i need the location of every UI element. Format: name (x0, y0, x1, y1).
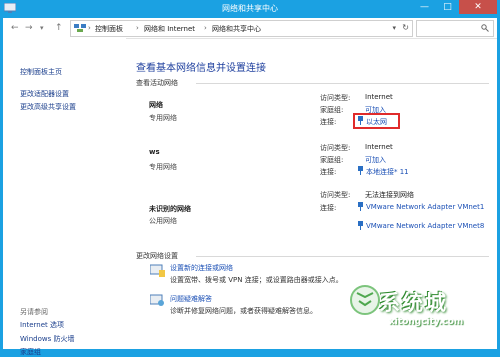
refresh-icon[interactable]: ↻ (402, 23, 409, 32)
ethernet-icon (358, 202, 363, 211)
recent-dropdown-icon[interactable]: ▾ (40, 22, 44, 34)
title-bar: 网络和共享中心 — □ ✕ (0, 0, 500, 18)
network-name: 网络 (149, 101, 163, 109)
network-name: ws (149, 148, 160, 156)
search-input[interactable] (416, 20, 494, 37)
access-type-value: Internet (365, 93, 393, 101)
access-type-label: 访问类型: (320, 94, 351, 102)
local-connection-link[interactable]: 本地连接* 11 (366, 167, 409, 177)
access-type-value: 无法连接到网络 (365, 191, 414, 199)
change-sharing-settings-link[interactable]: 更改高级共享设置 (20, 102, 76, 112)
connections-label: 连接: (320, 118, 337, 126)
change-settings-heading: 更改网络设置 (136, 252, 178, 260)
close-button[interactable]: ✕ (459, 0, 497, 14)
maximize-button[interactable]: □ (436, 0, 459, 14)
left-pane: 控制面板主页 更改适配器设置 更改高级共享设置 另请参阅 Internet 选项… (3, 38, 126, 356)
address-dropdown-icon[interactable]: ▾ (392, 24, 396, 32)
address-box[interactable]: › 控制面板 › 网络和 Internet › 网络和共享中心 ▾ ↻ (70, 20, 413, 37)
windows-firewall-link[interactable]: Windows 防火墙 (20, 334, 74, 344)
homegroup-join-link[interactable]: 可加入 (365, 155, 386, 165)
setup-connection-desc: 设置宽带、拨号或 VPN 连接；或设置路由器或接入点。 (170, 276, 343, 284)
troubleshoot-desc: 诊断并修复网络问题，或者获得疑难解答信息。 (170, 307, 317, 315)
homegroup-label: 家庭组: (320, 156, 344, 164)
vmnet8-connection-link[interactable]: VMware Network Adapter VMnet8 (366, 222, 491, 231)
breadcrumb-separator: › (88, 24, 91, 32)
access-type-label: 访问类型: (320, 191, 351, 199)
network-icon (74, 24, 86, 32)
vmnet1-connection-link[interactable]: VMware Network Adapter VMnet1 (366, 203, 491, 212)
homegroup-label: 家庭组: (320, 106, 344, 114)
new-connection-icon (150, 264, 165, 277)
breadcrumb-control-panel[interactable]: 控制面板 (95, 24, 123, 34)
watermark-text: 系统城 (379, 291, 448, 315)
active-networks-heading: 查看活动网络 (136, 79, 178, 87)
search-icon (481, 24, 489, 32)
breadcrumb-separator: › (136, 24, 139, 32)
troubleshoot-link[interactable]: 问题疑难解答 (170, 294, 212, 304)
breadcrumb-separator: › (204, 24, 207, 32)
change-adapter-settings-link[interactable]: 更改适配器设置 (20, 89, 69, 99)
network-type: 专用网络 (149, 163, 177, 171)
see-also-heading: 另请参阅 (20, 308, 48, 316)
control-panel-home-link[interactable]: 控制面板主页 (20, 67, 62, 77)
network-type: 公用网络 (149, 217, 177, 225)
access-type-value: Internet (365, 143, 393, 151)
network-type: 专用网络 (149, 114, 177, 122)
watermark-url: xitongcity.com (389, 317, 464, 327)
up-button[interactable]: ↑ (55, 22, 63, 34)
setup-connection-link[interactable]: 设置新的连接或网络 (170, 263, 233, 273)
connections-label: 连接: (320, 168, 337, 176)
minimize-button[interactable]: — (413, 0, 436, 14)
troubleshoot-icon (150, 294, 164, 306)
site-watermark: 系统城 xitongcity.com (349, 277, 489, 337)
network-name: 未识别的网络 (149, 205, 191, 213)
address-bar-row: ← → ▾ ↑ › 控制面板 › 网络和 Internet › 网络和共享中心 … (3, 18, 497, 39)
back-button[interactable]: ← (11, 22, 19, 34)
divider (196, 256, 489, 257)
page-title: 查看基本网络信息并设置连接 (136, 63, 266, 74)
forward-button[interactable]: → (25, 22, 33, 34)
ethernet-icon (358, 166, 363, 175)
breadcrumb-network-center[interactable]: 网络和共享中心 (212, 24, 261, 34)
access-type-label: 访问类型: (320, 144, 351, 152)
highlight-box (353, 113, 400, 129)
ethernet-icon (358, 221, 363, 230)
watermark-logo-icon (350, 285, 380, 315)
internet-options-link[interactable]: Internet 选项 (20, 320, 64, 330)
homegroup-link[interactable]: 家庭组 (20, 347, 41, 357)
breadcrumb-network-internet[interactable]: 网络和 Internet (144, 24, 195, 34)
divider (196, 83, 489, 84)
connections-label: 连接: (320, 204, 337, 212)
